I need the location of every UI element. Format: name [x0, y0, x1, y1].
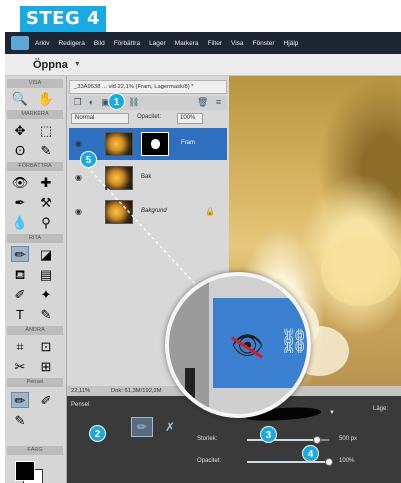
callout-1: 1 — [108, 93, 125, 110]
magnified-thumbnail-edge — [185, 368, 195, 398]
step-header: STEG 4 — [0, 0, 401, 32]
callout-leader-line — [82, 161, 196, 285]
photoshop-elements-window: Arkiv Redigera Bild Förbättra Lager Mark… — [5, 32, 401, 483]
magnifier-circle: 👁 ⛓ — [165, 272, 311, 418]
callout-3: 3 — [260, 426, 277, 443]
callout-4: 4 — [302, 445, 319, 462]
step-badge: STEG 4 — [20, 6, 106, 32]
callout-2: 2 — [89, 425, 106, 442]
magnified-panel-header — [209, 276, 307, 294]
callout-5: 5 — [80, 151, 97, 168]
mask-link-icon: ⛓ — [279, 328, 310, 355]
